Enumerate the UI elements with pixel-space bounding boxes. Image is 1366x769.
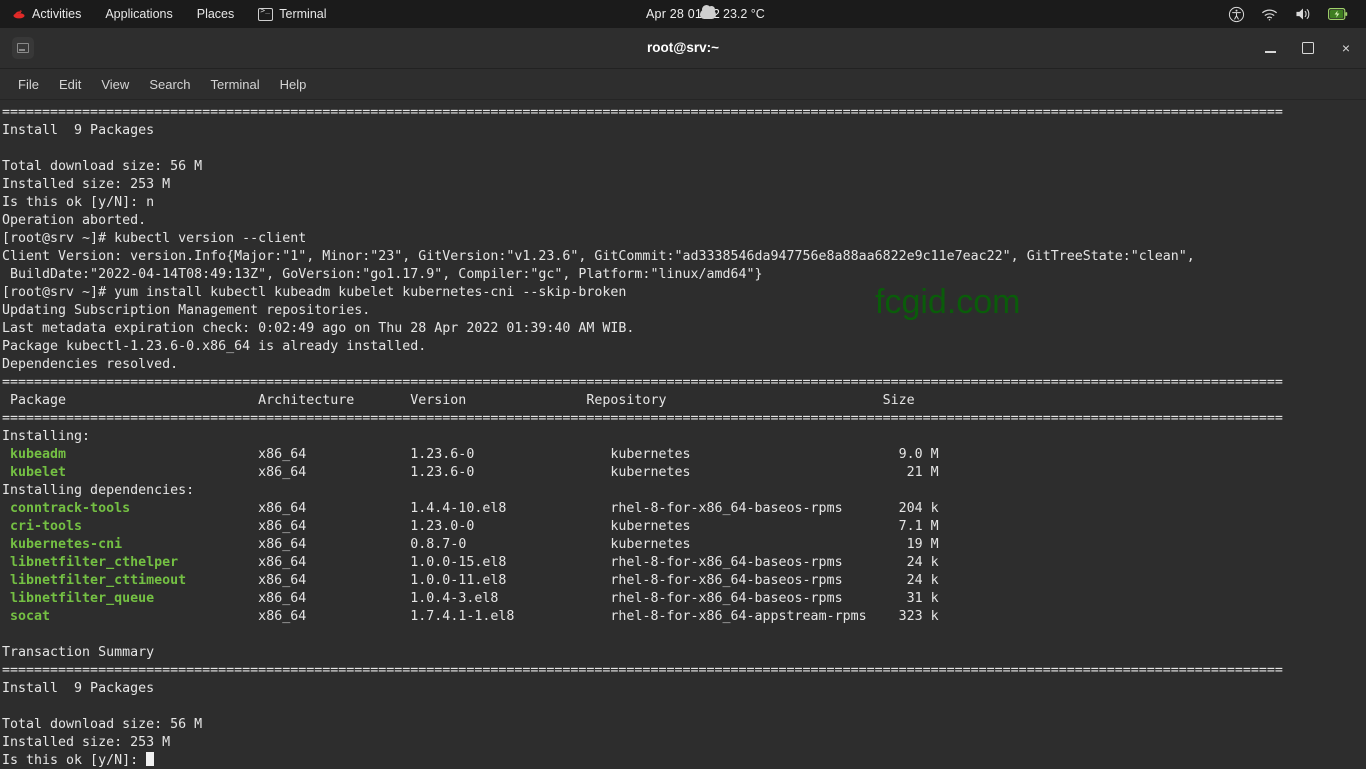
terminal-line: Operation aborted.: [2, 213, 147, 228]
activities-label: Activities: [32, 7, 82, 21]
terminal-line: Installed size: 253 M: [2, 735, 171, 750]
terminal-line: [root@srv ~]# kubectl version --client: [2, 231, 307, 246]
separator-line: ========================================…: [2, 105, 1283, 120]
separator-line: ========================================…: [2, 663, 1283, 678]
menu-item-view[interactable]: View: [91, 74, 139, 95]
top-panel-tray: [1220, 0, 1366, 28]
menu-bar: File Edit View Search Terminal Help: [0, 69, 1366, 100]
terminal-line: Installing:: [2, 429, 91, 444]
package-details: x86_64 1.0.0-15.el8 rhel-8-for-x86_64-ba…: [178, 555, 939, 570]
terminal-line: Installed size: 253 M: [2, 177, 171, 192]
package-row: libnetfilter_cttimeout x86_64 1.0.0-11.e…: [2, 572, 1366, 590]
terminal-line: Total download size: 56 M: [2, 717, 203, 732]
package-row: conntrack-tools x86_64 1.4.4-10.el8 rhel…: [2, 500, 1366, 518]
package-details: x86_64 1.23.0-0 kubernetes 7.1 M: [82, 519, 939, 534]
battery-charging-icon[interactable]: [1320, 7, 1356, 21]
applications-label: Applications: [105, 7, 173, 21]
prompt-text: Is this ok [y/N]:: [2, 753, 147, 768]
close-button[interactable]: ×: [1336, 38, 1356, 58]
terminal-line: Dependencies resolved.: [2, 357, 179, 372]
package-details: x86_64 1.23.6-0 kubernetes 21 M: [66, 465, 939, 480]
terminal-icon: [12, 37, 34, 59]
package-row: socat x86_64 1.7.4.1-1.el8 rhel-8-for-x8…: [2, 608, 1366, 626]
package-details: x86_64 1.0.0-11.el8 rhel-8-for-x86_64-ba…: [186, 573, 939, 588]
minimize-button[interactable]: [1260, 38, 1280, 58]
terminal-prompt-line: Is this ok [y/N]:: [2, 752, 1366, 769]
terminal-line: Transaction Summary: [2, 645, 155, 660]
menu-item-search[interactable]: Search: [139, 74, 200, 95]
terminal-line: Install 9 Packages: [2, 681, 155, 696]
terminal-line: Last metadata expiration check: 0:02:49 …: [2, 321, 635, 336]
terminal-line: Package kubectl-1.23.6-0.x86_64 is alrea…: [2, 339, 427, 354]
package-name: cri-tools: [2, 519, 83, 534]
places-menu[interactable]: Places: [185, 0, 247, 28]
maximize-button[interactable]: [1298, 38, 1318, 58]
activities-button[interactable]: Activities: [0, 0, 93, 28]
terminal-line: Package Architecture Version Repository …: [2, 393, 915, 408]
top-panel-left-group: Activities Applications Places Terminal: [0, 0, 339, 28]
package-row: libnetfilter_queue x86_64 1.0.4-3.el8 rh…: [2, 590, 1366, 608]
terminal-line: Install 9 Packages: [2, 123, 155, 138]
package-name: kubelet: [2, 465, 67, 480]
terminal-line: Is this ok [y/N]: n: [2, 195, 155, 210]
terminal-output-area[interactable]: ========================================…: [0, 100, 1366, 769]
text-cursor: [146, 752, 155, 766]
terminal-line: Updating Subscription Management reposit…: [2, 303, 371, 318]
terminal-text: ========================================…: [2, 104, 1366, 769]
terminal-line: Installing dependencies:: [2, 483, 195, 498]
package-details: x86_64 0.8.7-0 kubernetes 19 M: [122, 537, 939, 552]
window-title-bar[interactable]: root@srv:~ ×: [0, 28, 1366, 69]
package-name: kubernetes-cni: [2, 537, 123, 552]
terminal-line: Client Version: version.Info{Major:"1", …: [2, 249, 1195, 264]
terminal-line: Total download size: 56 M: [2, 159, 203, 174]
terminal-line: BuildDate:"2022-04-14T08:49:13Z", GoVers…: [2, 267, 763, 282]
accessibility-icon[interactable]: [1220, 6, 1253, 23]
gnome-top-panel: Activities Applications Places Terminal …: [0, 0, 1366, 28]
cloud-icon: [700, 5, 716, 19]
package-name: libnetfilter_cttimeout: [2, 573, 187, 588]
package-details: x86_64 1.7.4.1-1.el8 rhel-8-for-x86_64-a…: [50, 609, 939, 624]
menu-item-terminal[interactable]: Terminal: [201, 74, 270, 95]
wifi-icon[interactable]: [1253, 7, 1286, 22]
separator-line: ========================================…: [2, 411, 1283, 426]
package-name: socat: [2, 609, 51, 624]
terminal-window: root@srv:~ × File Edit View Search Termi…: [0, 28, 1366, 769]
separator-line: ========================================…: [2, 375, 1283, 390]
places-label: Places: [196, 7, 235, 21]
volume-icon[interactable]: [1286, 6, 1320, 22]
package-row: kubernetes-cni x86_64 0.8.7-0 kubernetes…: [2, 536, 1366, 554]
package-name: libnetfilter_cthelper: [2, 555, 179, 570]
package-details: x86_64 1.0.4-3.el8 rhel-8-for-x86_64-bas…: [154, 591, 939, 606]
applications-menu[interactable]: Applications: [93, 0, 184, 28]
active-app-terminal[interactable]: Terminal: [246, 0, 338, 28]
window-controls: ×: [1260, 28, 1356, 68]
package-details: x86_64 1.4.4-10.el8 rhel-8-for-x86_64-ba…: [130, 501, 939, 516]
package-row: kubelet x86_64 1.23.6-0 kubernetes 21 M: [2, 464, 1366, 482]
package-row: cri-tools x86_64 1.23.0-0 kubernetes 7.1…: [2, 518, 1366, 536]
package-details: x86_64 1.23.6-0 kubernetes 9.0 M: [66, 447, 939, 462]
menu-item-file[interactable]: File: [8, 74, 49, 95]
terminal-icon: [258, 5, 274, 21]
weather-temperature: 23.2 °C: [723, 7, 765, 21]
package-row: kubeadm x86_64 1.23.6-0 kubernetes 9.0 M: [2, 446, 1366, 464]
weather-indicator[interactable]: 23.2 °C: [700, 0, 765, 28]
active-app-label: Terminal: [279, 7, 327, 21]
package-name: conntrack-tools: [2, 501, 131, 516]
window-title: root@srv:~: [646, 40, 720, 55]
menu-item-edit[interactable]: Edit: [49, 74, 91, 95]
package-name: libnetfilter_queue: [2, 591, 155, 606]
package-row: libnetfilter_cthelper x86_64 1.0.0-15.el…: [2, 554, 1366, 572]
terminal-line: [root@srv ~]# yum install kubectl kubead…: [2, 285, 627, 300]
menu-item-help[interactable]: Help: [270, 74, 317, 95]
redhat-logo-icon: [12, 7, 26, 21]
package-name: kubeadm: [2, 447, 67, 462]
